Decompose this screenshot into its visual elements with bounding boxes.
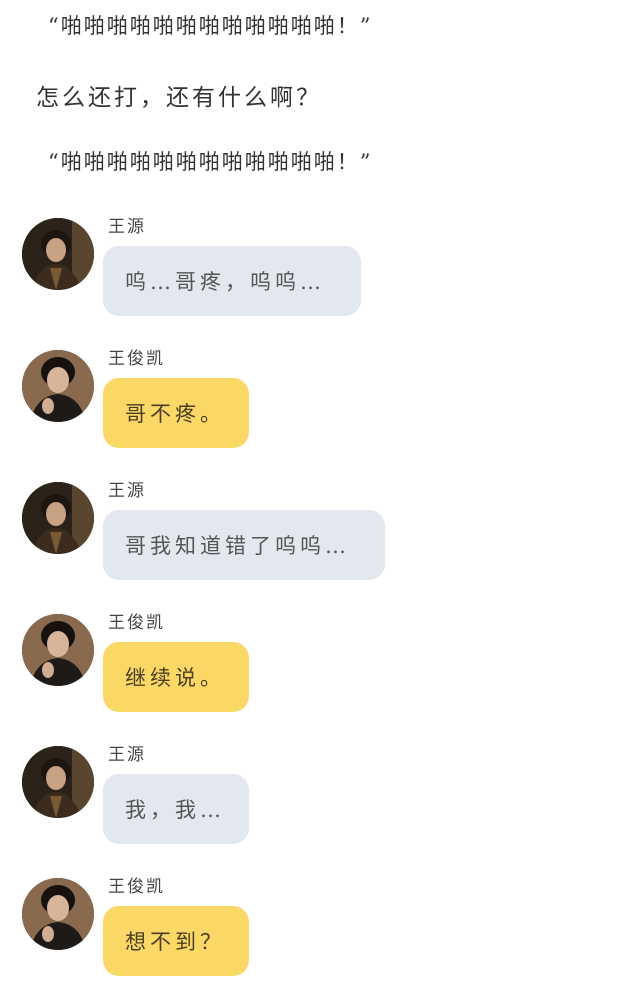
sender-name: 王俊凯 xyxy=(108,349,165,369)
sender-name: 王源 xyxy=(108,481,146,501)
chat-message: 王俊凯 继续说。 xyxy=(22,608,622,728)
message-bubble: 呜…哥疼，呜呜… xyxy=(103,246,361,316)
chat-message: 王源 我，我… xyxy=(22,740,622,860)
narration-line: “啪啪啪啪啪啪啪啪啪啪啪啪！” xyxy=(48,14,373,38)
sender-name: 王俊凯 xyxy=(108,877,165,897)
sender-name: 王俊凯 xyxy=(108,613,165,633)
message-bubble: 哥不疼。 xyxy=(103,378,249,448)
avatar-wangjunkai-icon[interactable] xyxy=(22,878,94,950)
avatar-wangjunkai-icon[interactable] xyxy=(22,614,94,686)
avatar-wangyuan-icon[interactable] xyxy=(22,482,94,554)
message-bubble: 继续说。 xyxy=(103,642,249,712)
chat-message: 王俊凯 哥不疼。 xyxy=(22,344,622,464)
chat-message: 王源 哥我知道错了呜呜… xyxy=(22,476,622,596)
chat-message: 王源 呜…哥疼，呜呜… xyxy=(22,212,622,332)
message-bubble: 我，我… xyxy=(103,774,249,844)
narration-line: 怎么还打，还有什么啊？ xyxy=(36,85,322,111)
sender-name: 王源 xyxy=(108,217,146,237)
message-bubble: 哥我知道错了呜呜… xyxy=(103,510,385,580)
narration-line: “啪啪啪啪啪啪啪啪啪啪啪啪！” xyxy=(48,150,373,174)
avatar-wangjunkai-icon[interactable] xyxy=(22,350,94,422)
message-bubble: 想不到？ xyxy=(103,906,249,976)
sender-name: 王源 xyxy=(108,745,146,765)
chat-message: 王俊凯 想不到？ xyxy=(22,872,622,992)
avatar-wangyuan-icon[interactable] xyxy=(22,746,94,818)
avatar-wangyuan-icon[interactable] xyxy=(22,218,94,290)
